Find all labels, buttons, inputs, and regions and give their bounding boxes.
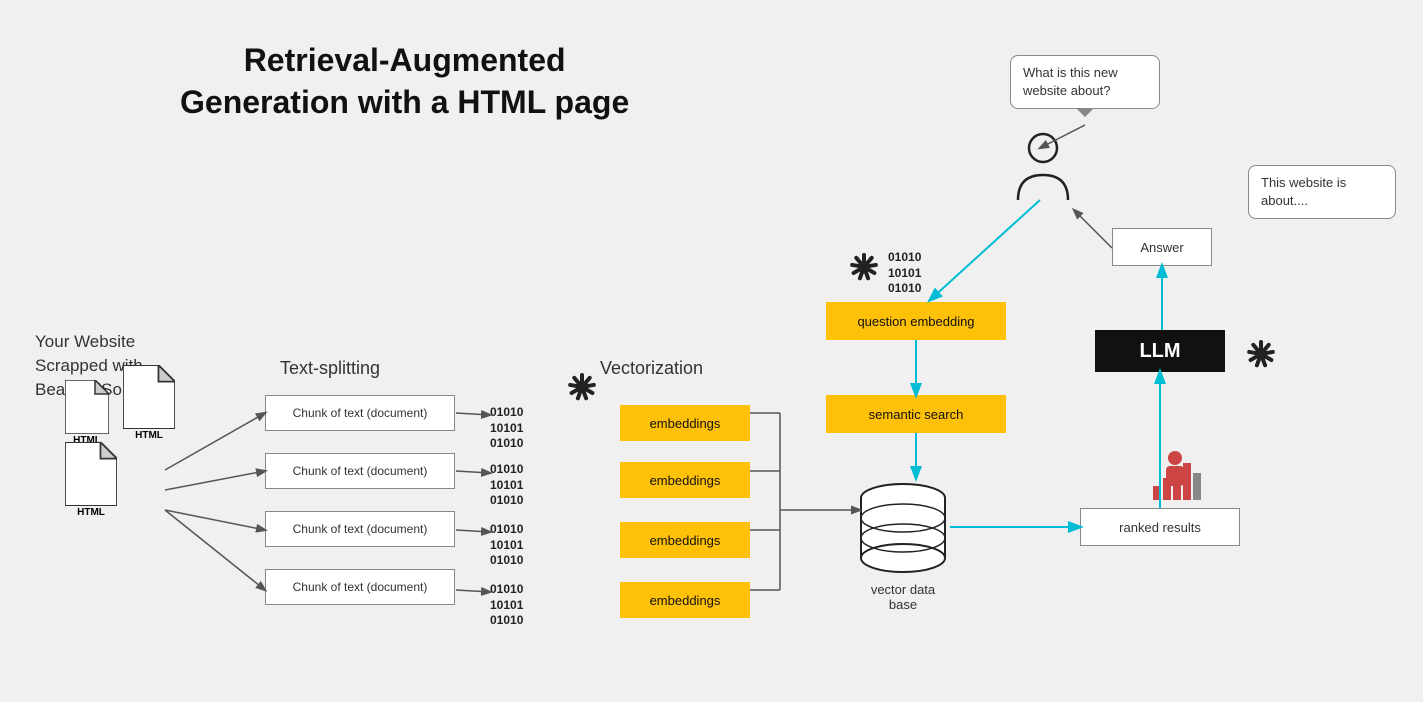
- chunk-box-4: Chunk of text (document): [265, 569, 455, 605]
- html-file-1: HTML: [65, 380, 109, 446]
- chunks-container: Chunk of text (document) Chunk of text (…: [265, 395, 455, 605]
- chunk-box-2: Chunk of text (document): [265, 453, 455, 489]
- embeddings-3: embeddings: [620, 522, 750, 558]
- vector-db-icon: [858, 478, 948, 583]
- vector-db-label: vector data base: [858, 582, 948, 612]
- llm-box: LLM: [1095, 330, 1225, 372]
- html-files: HTML HTML HTML: [65, 380, 175, 518]
- chunk-box-3: Chunk of text (document): [265, 511, 455, 547]
- ranked-results-box: ranked results: [1080, 508, 1240, 546]
- binary-3: 010101010101010: [490, 522, 523, 569]
- binary-1: 010101010101010: [490, 405, 523, 452]
- bar-chart-icon: [1148, 448, 1203, 508]
- speech-bubble-question: What is this new website about?: [1010, 55, 1160, 109]
- embeddings-4: embeddings: [620, 582, 750, 618]
- openai-question-icon: [845, 248, 883, 291]
- diagram-container: Retrieval-Augmented Generation with a HT…: [0, 0, 1423, 702]
- binary-question: 010101010101010: [888, 250, 921, 297]
- binary-2: 010101010101010: [490, 462, 523, 509]
- speech-bubble-answer: This website is about....: [1248, 165, 1396, 219]
- text-splitting-label: Text-splitting: [280, 358, 380, 379]
- question-embedding-box: question embedding: [826, 302, 1006, 340]
- answer-box: Answer: [1112, 228, 1212, 266]
- vectorization-label: Vectorization: [600, 358, 703, 379]
- html-file-3: HTML: [65, 442, 117, 518]
- html-file-2: HTML: [123, 365, 175, 446]
- openai-vectorization-icon: [563, 368, 601, 411]
- page-title: Retrieval-Augmented Generation with a HT…: [180, 40, 629, 123]
- semantic-search-box: semantic search: [826, 395, 1006, 433]
- binary-4: 010101010101010: [490, 582, 523, 629]
- chunk-box-1: Chunk of text (document): [265, 395, 455, 431]
- embeddings-1: embeddings: [620, 405, 750, 441]
- embeddings-2: embeddings: [620, 462, 750, 498]
- person-icon: [1008, 130, 1078, 215]
- openai-llm-icon: [1242, 335, 1280, 378]
